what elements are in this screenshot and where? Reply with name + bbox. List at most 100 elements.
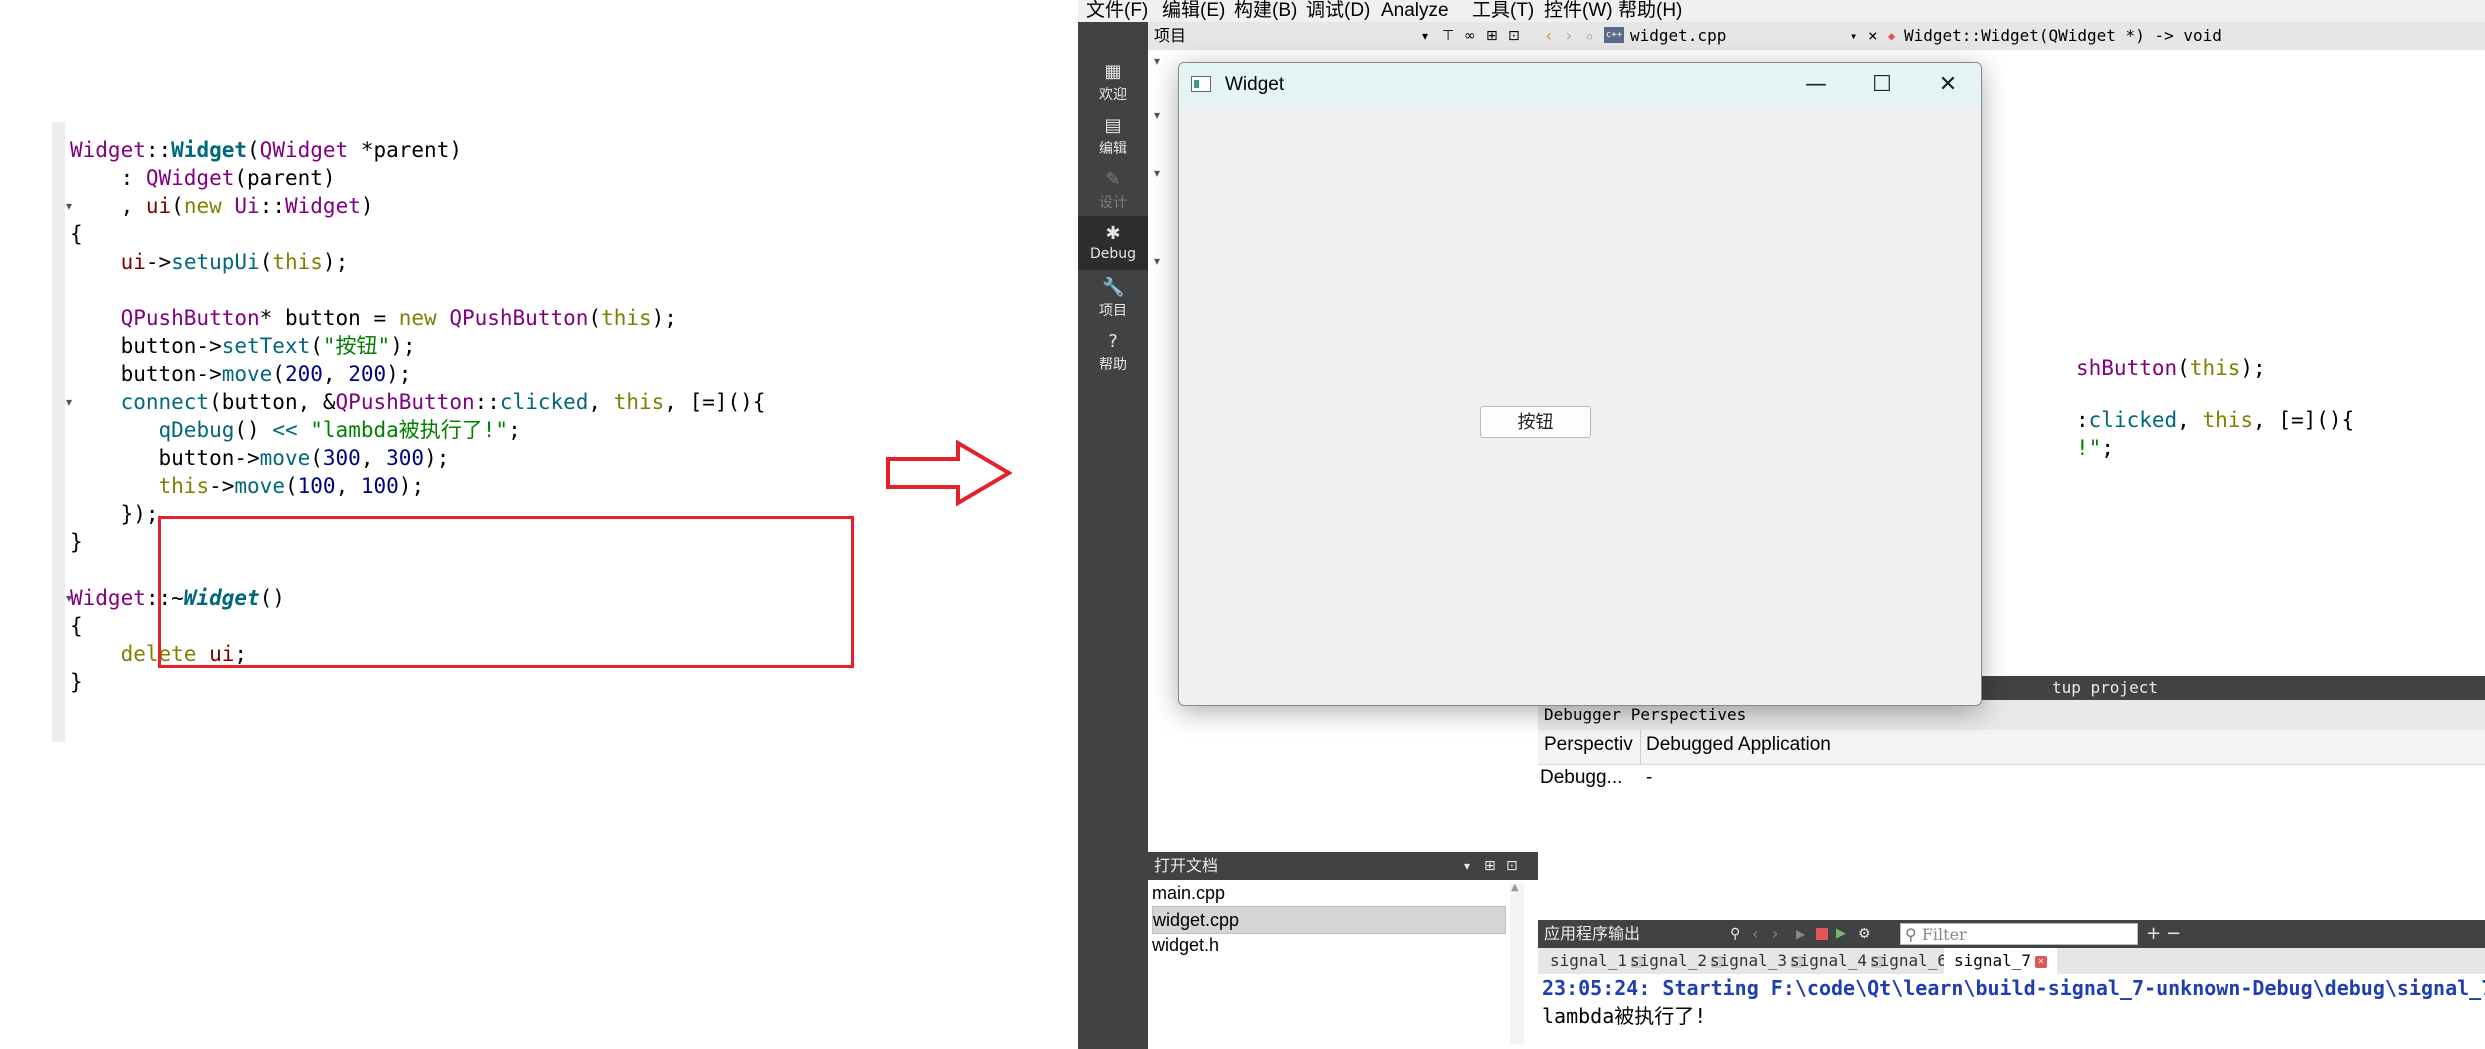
mode-label: 编辑 — [1099, 141, 1127, 157]
application-output[interactable]: 23:05:24: Starting F:\code\Qt\learn\buil… — [1538, 974, 2485, 1049]
forward-icon[interactable]: › — [1564, 22, 1574, 50]
split-icon[interactable]: ⊞ — [1486, 22, 1498, 50]
menu-build[interactable]: 构建(B) — [1234, 0, 1297, 22]
open-documents-list: main.cpp widget.cpp widget.h ▲ — [1148, 880, 1539, 1049]
edit-icon: ▤ — [1104, 115, 1122, 136]
column-header[interactable]: Debugged Application — [1646, 734, 1831, 756]
code-line: button->move(200, 200); — [70, 362, 412, 386]
gear-icon[interactable]: ⚙ — [1858, 920, 1871, 948]
tab-label: signal_3 — [1710, 951, 1788, 970]
split-icon[interactable]: ⊞ — [1484, 852, 1496, 880]
editor-toolbar: ‹ › ▫ c++ widget.cpp ▾ × ◆ Widget::Widge… — [1538, 22, 2485, 51]
menu-file[interactable]: 文件(F) — [1086, 0, 1148, 22]
help-icon: ? — [1108, 331, 1118, 352]
close-pane-icon[interactable]: ⊡ — [1508, 22, 1520, 50]
dropdown-arrow-icon[interactable]: ▾ — [1464, 852, 1470, 880]
grid-icon: ▦ — [1104, 61, 1122, 82]
mode-label: Debug — [1089, 246, 1137, 262]
expand-arrow-icon[interactable]: ▾ — [1154, 166, 1160, 180]
code-line: button->move(300, 300); — [70, 446, 450, 470]
tab-label: signal_6 — [1870, 951, 1948, 970]
widget-window: Widget — ☐ ✕ 按钮 — [1178, 62, 1982, 706]
pencil-icon: ✎ — [1105, 169, 1121, 190]
back-icon[interactable]: ‹ — [1544, 22, 1554, 50]
push-button[interactable]: 按钮 — [1480, 406, 1591, 438]
maximize-icon[interactable]: ☐ — [1849, 63, 1915, 107]
dropdown-arrow-icon[interactable]: ▾ — [1850, 22, 1857, 50]
mode-design[interactable]: ✎ 设计 — [1078, 162, 1148, 216]
fold-marker-icon: ▾ — [66, 395, 73, 409]
table-cell: Debugg... — [1540, 767, 1623, 788]
debug-run-icon[interactable]: ▶ — [1836, 920, 1846, 948]
right-arrow-icon — [886, 440, 1012, 506]
tab-signal-7[interactable]: signal_7 × — [1944, 948, 2058, 974]
output-pane-toolbar: 应用程序输出 ⚲ ‹ › ▶ ▶ ⚙ ⚲ Filter + − — [1538, 920, 2485, 948]
code-line: { — [70, 222, 83, 246]
menu-tools[interactable]: 工具(T) — [1472, 0, 1534, 22]
dropdown-arrow-icon[interactable]: ▾ — [1422, 22, 1428, 50]
list-item[interactable]: widget.h — [1152, 932, 1504, 958]
output-line: lambda被执行了! — [1542, 1004, 1707, 1028]
mode-debug[interactable]: ✱ Debug — [1078, 216, 1148, 270]
project-pane-title: 项目 — [1154, 26, 1187, 45]
code-line: shButton(this); — [2076, 356, 2266, 380]
zoom-in-icon[interactable]: + — [2146, 920, 2161, 948]
scrollbar[interactable]: ▲ — [1510, 882, 1524, 1044]
open-documents-toolbar: 打开文档 ▾ ⊞ ⊡ — [1148, 852, 1538, 880]
mode-label: 欢迎 — [1099, 87, 1127, 103]
output-tab-bar: signal_1 × signal_2 × signal_3 × signal_4 × … — [1538, 948, 2485, 974]
close-icon[interactable]: × — [2035, 955, 2048, 968]
attach-icon[interactable]: ⚲ — [1730, 920, 1740, 948]
filter-icon[interactable]: ⊤ — [1442, 22, 1454, 50]
mode-help[interactable]: ? 帮助 — [1078, 324, 1148, 378]
mode-label: 项目 — [1099, 303, 1127, 319]
list-item[interactable]: widget.cpp — [1152, 906, 1506, 934]
function-signature[interactable]: Widget::Widget(QWidget *) -> void — [1904, 22, 2222, 50]
run-icon[interactable]: ▶ — [1796, 920, 1805, 948]
menu-debug[interactable]: 调试(D) — [1306, 0, 1370, 22]
code-line: !"; — [2076, 436, 2114, 460]
code-line: QPushButton* button = new QPushButton(th… — [120, 306, 677, 330]
code-line: ▾ , ui(new Ui::Widget) — [66, 194, 374, 218]
list-item[interactable]: main.cpp — [1152, 880, 1504, 906]
link-icon[interactable]: ∞ — [1464, 22, 1476, 50]
cpp-file-icon: c++ — [1604, 27, 1624, 43]
close-pane-icon[interactable]: ⊡ — [1506, 852, 1518, 880]
debugger-perspectives-table: Perspectiv Debugged Application Debugg..… — [1538, 730, 2485, 920]
table-row[interactable]: Debugg... - — [1538, 764, 2485, 794]
highlight-box — [158, 516, 854, 668]
code-line: ▾ connect(button, &QPushButton::clicked,… — [66, 390, 766, 414]
menu-widgets[interactable]: 控件(W) — [1544, 0, 1613, 22]
close-icon[interactable]: ✕ — [1915, 63, 1981, 107]
mode-projects[interactable]: 🔧 项目 — [1078, 270, 1148, 324]
menu-help[interactable]: 帮助(H) — [1618, 0, 1682, 22]
title-bar[interactable]: Widget — ☐ ✕ — [1179, 63, 1981, 107]
expand-arrow-icon[interactable]: ▾ — [1154, 254, 1160, 268]
output-line: 23:05:24: Starting F:\code\Qt\learn\buil… — [1542, 976, 2485, 1000]
filter-input[interactable]: ⚲ Filter — [1900, 923, 2138, 945]
menu-analyze[interactable]: Analyze — [1381, 0, 1449, 22]
scroll-up-icon[interactable]: ▲ — [1511, 882, 1519, 893]
stop-icon[interactable] — [1816, 928, 1828, 940]
column-divider — [1640, 730, 1641, 764]
prev-icon[interactable]: ‹ — [1752, 920, 1758, 948]
lock-icon: ▫ — [1586, 29, 1594, 43]
column-header[interactable]: Perspectiv — [1544, 734, 1633, 756]
open-documents-title: 打开文档 — [1154, 856, 1219, 875]
expand-arrow-icon[interactable]: ▾ — [1154, 108, 1160, 122]
code-line: : QWidget(parent) — [70, 166, 336, 190]
next-icon[interactable]: › — [1772, 920, 1778, 948]
mode-welcome[interactable]: ▦ 欢迎 — [1078, 54, 1148, 108]
expand-arrow-icon[interactable]: ▾ — [1154, 54, 1160, 68]
mode-edit[interactable]: ▤ 编辑 — [1078, 108, 1148, 162]
minimize-icon[interactable]: — — [1783, 63, 1849, 107]
code-line: } — [70, 670, 83, 694]
table-header: Perspectiv Debugged Application — [1538, 730, 2485, 765]
close-file-icon[interactable]: × — [1868, 22, 1878, 50]
fold-marker-icon: ▾ — [66, 591, 73, 605]
mode-label: 设计 — [1099, 195, 1127, 211]
fold-marker-icon: ▾ — [66, 199, 73, 213]
code-gutter — [52, 122, 65, 742]
zoom-out-icon[interactable]: − — [2166, 920, 2181, 948]
menu-edit[interactable]: 编辑(E) — [1162, 0, 1225, 22]
